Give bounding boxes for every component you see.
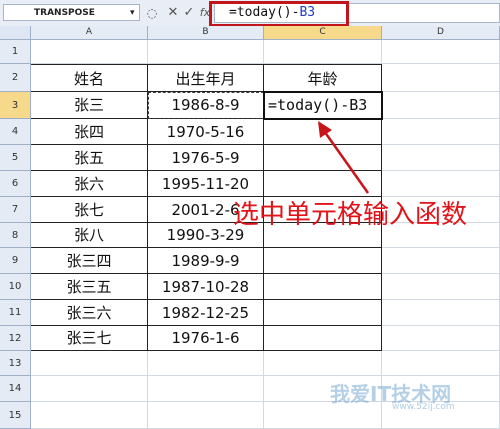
table-cell-name[interactable]: 张三六 [31,300,148,326]
cell[interactable] [148,402,264,429]
column-header-b[interactable]: B [148,26,264,40]
row-header-13[interactable]: 13 [0,351,31,376]
table-cell-age[interactable] [264,248,382,274]
row-header-4[interactable]: 4 [0,119,31,145]
cell[interactable] [382,274,500,300]
formula-bar: TRANSPOSE ▾ ◌ ✕ ✓ fx =today()-B3 [0,0,500,27]
table-cell-age[interactable] [264,274,382,300]
table-cell-age[interactable] [264,326,382,351]
row-header-3[interactable]: 3 [0,92,31,119]
row-header-5[interactable]: 5 [0,145,31,171]
cancel-icon[interactable]: ✕ [166,4,180,22]
column-header-d[interactable]: D [382,26,500,40]
cell[interactable] [382,64,500,92]
cell[interactable] [31,376,148,402]
watermark-url: www.52ij.com [392,402,455,412]
formula-highlight-box [209,1,349,27]
instruction-callout: 选中单元格输入函数 [233,200,468,230]
table-header-name[interactable]: 姓名 [31,64,148,92]
table-cell-birth[interactable]: 1987-10-28 [148,274,264,300]
row-header-6[interactable]: 6 [0,171,31,197]
table-cell-name[interactable]: 张七 [31,197,148,223]
cell[interactable] [382,248,500,274]
column-header-c[interactable]: C [264,26,382,40]
table-cell-name[interactable]: 张三四 [31,248,148,274]
table-cell-birth[interactable]: 1982-12-25 [148,300,264,326]
table-cell-name[interactable]: 张六 [31,171,148,197]
table-header-birth[interactable]: 出生年月 [148,64,264,92]
row-header-11[interactable]: 11 [0,300,31,326]
cell[interactable] [382,300,500,326]
cell[interactable] [148,351,264,376]
expand-icon[interactable]: ◌ [146,4,158,22]
table-cell-name[interactable]: 张四 [31,119,148,145]
table-cell-age[interactable]: =today()-B3 [264,92,382,119]
row-header-12[interactable]: 12 [0,326,31,351]
table-cell-birth[interactable]: 1989-9-9 [148,248,264,274]
cell[interactable] [382,92,500,119]
cell[interactable] [31,402,148,429]
name-box[interactable]: TRANSPOSE ▾ [3,4,140,21]
enter-icon[interactable]: ✓ [182,4,196,22]
column-header-a[interactable]: A [31,26,148,40]
row-header-7[interactable]: 7 [0,197,31,223]
table-cell-name[interactable]: 张三 [31,92,148,119]
row-header-2[interactable]: 2 [0,64,31,92]
cell[interactable] [148,40,264,64]
chevron-down-icon[interactable]: ▾ [130,8,135,18]
cell[interactable] [382,145,500,171]
row-header-10[interactable]: 10 [0,274,31,300]
cell[interactable] [382,40,500,64]
table-header-age[interactable]: 年龄 [264,64,382,92]
cell[interactable] [148,376,264,402]
table-cell-birth[interactable]: 1976-1-6 [148,326,264,351]
table-cell-name[interactable]: 张三七 [31,326,148,351]
cell[interactable] [31,40,148,64]
cell[interactable] [31,351,148,376]
name-box-value: TRANSPOSE [34,8,95,18]
table-cell-birth[interactable]: 1986-8-9 [148,92,264,119]
row-header-9[interactable]: 9 [0,248,31,274]
table-cell-name[interactable]: 张三五 [31,274,148,300]
table-cell-age[interactable] [264,145,382,171]
row-header-8[interactable]: 8 [0,223,31,248]
table-cell-age[interactable] [264,119,382,145]
table-cell-name[interactable]: 张八 [31,223,148,248]
cell[interactable] [382,119,500,145]
row-header-1[interactable]: 1 [0,40,31,64]
row-header-14[interactable]: 14 [0,376,31,402]
select-all-corner[interactable] [0,26,31,40]
cell[interactable] [264,40,382,64]
table-cell-name[interactable]: 张五 [31,145,148,171]
cell[interactable] [382,326,500,351]
table-cell-birth[interactable]: 1976-5-9 [148,145,264,171]
cell[interactable] [382,351,500,376]
cell[interactable] [264,351,382,376]
table-cell-birth[interactable]: 1970-5-16 [148,119,264,145]
formula-buttons: ◌ ✕ ✓ fx [146,4,214,22]
row-header-15[interactable]: 15 [0,402,31,429]
table-cell-age[interactable] [264,300,382,326]
